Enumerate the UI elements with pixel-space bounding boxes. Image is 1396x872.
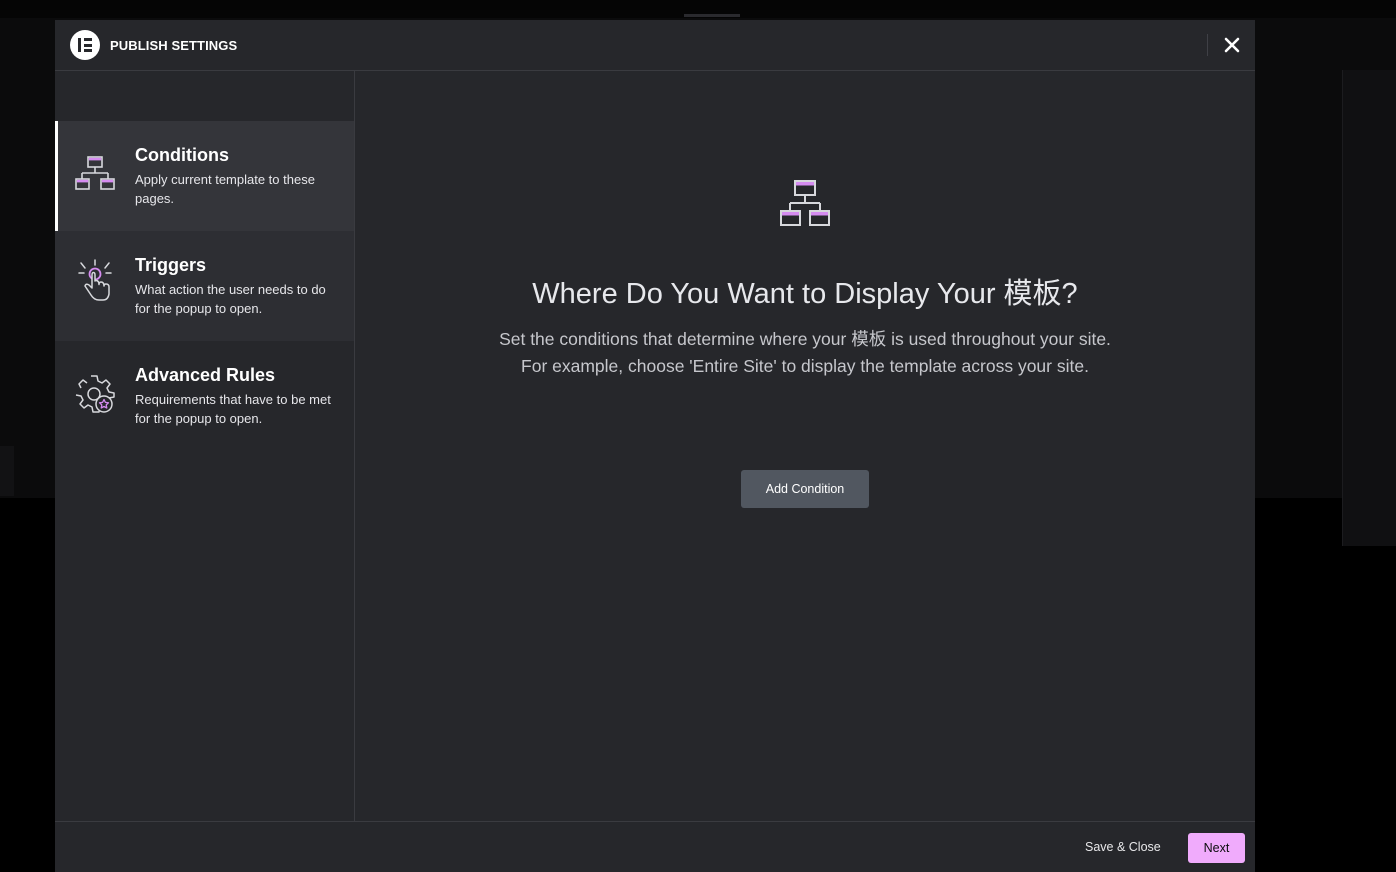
sitemap-icon: [777, 176, 833, 232]
close-icon[interactable]: [1221, 34, 1243, 56]
publish-settings-modal: PUBLISH SETTINGS Conditions Apply curren…: [55, 20, 1255, 872]
sidebar-item-title: Advanced Rules: [135, 365, 276, 385]
hand-click-icon: [75, 259, 119, 303]
modal-title: PUBLISH SETTINGS: [110, 38, 238, 53]
gear-star-icon: [75, 374, 119, 418]
save-close-button[interactable]: Save & Close: [1073, 834, 1173, 860]
elementor-logo-icon: [70, 30, 100, 60]
header-divider: [1207, 34, 1208, 56]
description-line: Set the conditions that determine where …: [499, 329, 1111, 349]
sidebar-item-conditions[interactable]: Conditions Apply current template to the…: [55, 121, 354, 231]
conditions-panel: Where Do You Want to Display Your 模板? Se…: [355, 71, 1255, 821]
conditions-heading: Where Do You Want to Display Your 模板?: [532, 278, 1078, 310]
sidebar-item-desc: Requirements that have to be met for the…: [135, 392, 331, 426]
sidebar-item-desc: What action the user needs to do for the…: [135, 282, 326, 316]
add-condition-button[interactable]: Add Condition: [741, 470, 869, 508]
settings-sidebar: Conditions Apply current template to the…: [55, 71, 355, 821]
conditions-description: Set the conditions that determine where …: [355, 326, 1255, 380]
sidebar-item-title: Conditions: [135, 145, 229, 165]
editor-collapse-tab: [0, 446, 14, 496]
editor-top-bar: [0, 0, 1396, 20]
sidebar-item-desc: Apply current template to these pages.: [135, 172, 315, 206]
editor-active-tab-indicator: [684, 14, 740, 17]
modal-header: PUBLISH SETTINGS: [55, 20, 1255, 71]
editor-right-panel: [1342, 70, 1396, 546]
sidebar-item-triggers[interactable]: Triggers What action the user needs to d…: [55, 231, 354, 341]
modal-footer: Save & Close Next: [55, 821, 1255, 872]
next-button[interactable]: Next: [1188, 833, 1245, 863]
sidebar-item-title: Triggers: [135, 255, 207, 275]
sitemap-icon: [75, 154, 119, 198]
description-line: For example, choose 'Entire Site' to dis…: [521, 356, 1089, 376]
sidebar-item-advanced-rules[interactable]: Advanced Rules Requirements that have to…: [55, 341, 354, 451]
